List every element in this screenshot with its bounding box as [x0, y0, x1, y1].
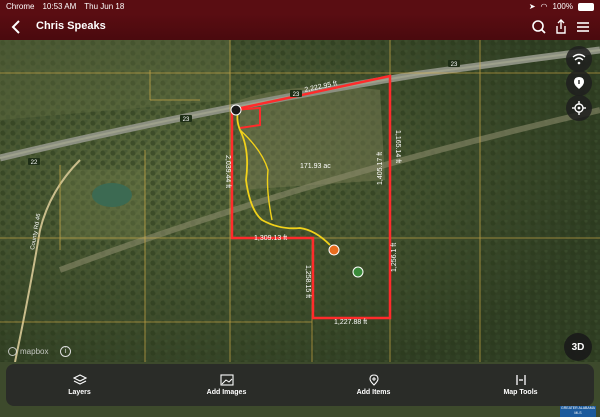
toggle-3d-button[interactable]: 3D: [564, 333, 592, 361]
map-pin-info-icon: [574, 77, 584, 89]
svg-text:22: 22: [31, 160, 38, 166]
wifi-icon: ◠: [540, 2, 548, 11]
map-canvas[interactable]: 23 23 22 23 County Rd 46 2,222.95 ft 1,1…: [0, 40, 600, 362]
mapbox-logo-icon: [8, 347, 17, 356]
app-header: Chris Speaks: [0, 14, 600, 40]
mapbox-text: mapbox: [20, 347, 49, 356]
info-pin-button[interactable]: [566, 70, 592, 96]
add-items-label: Add Items: [356, 389, 391, 396]
poi-marker-green[interactable]: [352, 266, 364, 278]
pond: [92, 183, 132, 207]
add-images-button[interactable]: Add Images: [172, 374, 282, 396]
svg-text:23: 23: [293, 92, 300, 98]
edge-label-bottom: 1,227.88 ft: [334, 319, 367, 326]
mapbox-attribution[interactable]: mapbox: [8, 347, 48, 356]
location-icon: ➤: [528, 2, 536, 11]
edge-label-right-mid: 1,405.17 ft: [377, 152, 384, 185]
crosshair-icon: [572, 101, 586, 115]
poi-marker-orange[interactable]: [328, 244, 340, 256]
wifi-icon: [572, 53, 586, 65]
locate-me-button[interactable]: [566, 95, 592, 121]
edge-label-middle-h: 1,309.13 ft: [254, 235, 287, 242]
satellite-map[interactable]: 23 23 22 23 County Rd 46 2,222.95 ft 1,1…: [0, 40, 600, 362]
map-tools-button[interactable]: Map Tools: [466, 374, 576, 396]
wifi-sync-button[interactable]: [566, 46, 592, 72]
page-title: Chris Speaks: [36, 20, 106, 32]
bottom-toolbar: Layers Add Images Add Items Map Tools: [6, 364, 594, 406]
edge-label-left: 2,039.44 ft: [224, 155, 231, 188]
road-shield-23-a: 23: [180, 115, 192, 123]
search-icon: [532, 20, 546, 34]
hamburger-icon: [577, 22, 589, 32]
status-bar: Chrome 10:53 AM Thu Jun 18 ➤ ◠ 100%: [0, 0, 600, 14]
add-items-button[interactable]: Add Items: [319, 374, 429, 396]
battery-level: 100%: [552, 2, 573, 11]
tools-icon: [515, 375, 526, 385]
share-icon: [556, 19, 566, 34]
road-shield-23-b: 23: [290, 90, 302, 98]
add-pin-icon: [368, 374, 379, 386]
add-images-label: Add Images: [206, 389, 247, 396]
mls-watermark-logo: GREATER ALABAMA MLS: [560, 406, 596, 417]
svg-text:23: 23: [183, 117, 190, 123]
road-shield-23-c: 23: [448, 60, 460, 68]
layers-label: Layers: [68, 389, 91, 396]
image-icon: [219, 374, 234, 386]
svg-text:23: 23: [451, 62, 458, 68]
chevron-left-icon: [11, 20, 20, 34]
back-button[interactable]: [8, 18, 26, 36]
search-button[interactable]: [530, 18, 548, 36]
entry-marker[interactable]: [230, 104, 242, 116]
edge-label-inner-v: 1,258.15 ft: [304, 265, 311, 298]
attribution-info-icon[interactable]: i: [60, 346, 71, 357]
battery-icon: [578, 2, 594, 11]
share-button[interactable]: [552, 18, 570, 36]
road-shield-22: 22: [28, 158, 40, 166]
menu-button[interactable]: [574, 18, 592, 36]
status-app: Chrome: [6, 2, 35, 11]
parcel-area-label: 171.93 ac: [300, 163, 331, 170]
edge-label-right-bottom: 1,256.1 ft: [391, 243, 398, 272]
layers-icon: [72, 374, 87, 385]
status-date: Thu Jun 18: [84, 2, 125, 11]
status-time: 10:53 AM: [42, 2, 77, 11]
map-tools-label: Map Tools: [503, 389, 538, 396]
layers-button[interactable]: Layers: [25, 374, 135, 396]
edge-label-right-top: 1,165.14 ft: [394, 130, 401, 163]
